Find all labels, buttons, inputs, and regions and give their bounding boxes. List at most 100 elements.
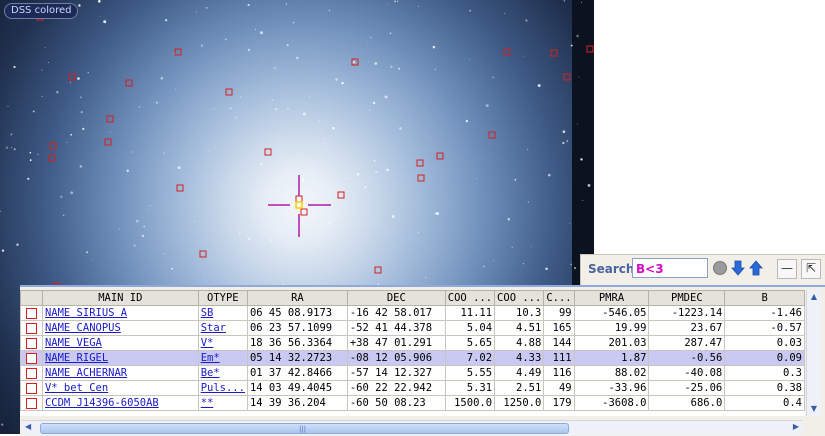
- otype-link[interactable]: Star: [201, 322, 226, 334]
- pmra-cell: 88.02: [573, 365, 650, 381]
- scroll-right-icon[interactable]: ▶: [793, 422, 799, 431]
- source-marker[interactable]: [563, 73, 571, 81]
- background-star: [341, 81, 344, 85]
- background-star: [313, 182, 315, 184]
- scroll-up-icon[interactable]: ▲: [808, 291, 820, 303]
- search-input[interactable]: B<3: [632, 258, 708, 278]
- table-row[interactable]: NAME CANOPUS Star 06 23 57.1099 -52 41 4…: [20, 320, 805, 336]
- checkbox-icon[interactable]: [25, 307, 37, 319]
- source-marker[interactable]: [106, 115, 114, 123]
- coo-err-min-cell: 2.51: [494, 380, 545, 396]
- otype-link[interactable]: SB: [201, 307, 214, 319]
- checkbox-icon[interactable]: [25, 367, 37, 379]
- source-marker[interactable]: [176, 184, 184, 192]
- source-marker[interactable]: [337, 191, 345, 199]
- source-marker[interactable]: [488, 131, 496, 139]
- column-header[interactable]: DEC: [346, 290, 446, 306]
- source-marker[interactable]: [199, 250, 207, 258]
- vertical-scrollbar[interactable]: ▲ ▼: [806, 290, 821, 416]
- checkbox-icon[interactable]: [25, 382, 37, 394]
- column-header[interactable]: C...: [543, 290, 575, 306]
- main-id-link[interactable]: NAME SIRIUS A: [45, 307, 127, 319]
- main-id-link[interactable]: NAME CANOPUS: [45, 322, 121, 334]
- background-star: [0, 210, 1, 213]
- table-row[interactable]: NAME VEGA V* 18 36 56.3364 +38 47 01.291…: [20, 335, 805, 351]
- horizontal-scrollbar[interactable]: ◀ ||| ▶: [22, 420, 802, 435]
- source-marker[interactable]: [416, 159, 424, 167]
- arrow-down-icon[interactable]: [731, 260, 745, 276]
- table-row[interactable]: CCDM J14396-6050AB ** 14 39 36.204 -60 5…: [20, 395, 805, 411]
- checkbox-icon[interactable]: [25, 337, 37, 349]
- checkbox-icon[interactable]: [25, 352, 37, 364]
- table-row[interactable]: NAME SIRIUS A SB 06 45 08.9173 -16 42 58…: [20, 305, 805, 321]
- source-marker[interactable]: [264, 148, 272, 156]
- source-marker[interactable]: [503, 48, 511, 56]
- horizontal-scroll-thumb[interactable]: |||: [40, 423, 569, 434]
- source-marker[interactable]: [225, 88, 233, 96]
- table-row[interactable]: NAME ACHERNAR Be* 01 37 42.8466 -57 14 1…: [20, 365, 805, 381]
- arrow-up-icon[interactable]: [749, 260, 763, 276]
- source-marker[interactable]: [300, 208, 308, 216]
- column-header[interactable]: PMDEC: [648, 290, 726, 306]
- main-id-link[interactable]: NAME RIGEL: [45, 352, 108, 364]
- checkbox-icon[interactable]: [25, 322, 37, 334]
- background-star: [66, 141, 68, 143]
- source-marker[interactable]: [586, 45, 594, 53]
- otype-link[interactable]: Puls...: [201, 382, 245, 394]
- source-marker[interactable]: [436, 152, 444, 160]
- background-star: [580, 1, 583, 3]
- source-marker[interactable]: [550, 49, 558, 57]
- main-id-link[interactable]: NAME VEGA: [45, 337, 102, 349]
- source-marker[interactable]: [125, 79, 133, 87]
- background-star: [432, 45, 436, 49]
- source-marker[interactable]: [49, 142, 57, 150]
- background-star: [47, 61, 50, 63]
- b-mag-cell: 0.38: [724, 380, 805, 396]
- circle-icon[interactable]: [713, 261, 727, 275]
- table-row-selected[interactable]: NAME RIGEL Em* 05 14 32.2723 -08 12 05.9…: [20, 350, 805, 366]
- minimize-icon[interactable]: —: [777, 259, 797, 279]
- background-star: [173, 53, 175, 55]
- otype-link[interactable]: Em*: [201, 352, 220, 364]
- background-star: [56, 90, 59, 94]
- source-marker[interactable]: [104, 138, 112, 146]
- column-header[interactable]: COO ...: [494, 290, 545, 306]
- source-marker[interactable]: [374, 266, 382, 274]
- column-header[interactable]: B: [724, 290, 805, 306]
- main-id-link[interactable]: V* bet Cen: [45, 382, 108, 394]
- table-row[interactable]: V* bet Cen Puls... 14 03 49.4045 -60 22 …: [20, 380, 805, 396]
- background-star: [286, 44, 289, 47]
- source-marker[interactable]: [68, 73, 76, 81]
- survey-label[interactable]: DSS colored: [4, 3, 79, 19]
- column-header[interactable]: OTYPE: [197, 290, 248, 306]
- scroll-left-icon[interactable]: ◀: [25, 422, 31, 431]
- otype-link[interactable]: Be*: [201, 367, 220, 379]
- column-header[interactable]: PMRA: [573, 290, 650, 306]
- popout-icon[interactable]: ⇱: [801, 259, 821, 279]
- otype-link[interactable]: **: [201, 397, 214, 409]
- selected-source-marker[interactable]: [295, 201, 303, 209]
- ra-cell: 14 39 36.204: [246, 395, 348, 411]
- otype-link[interactable]: V*: [201, 337, 214, 349]
- background-star: [177, 166, 181, 170]
- background-star: [522, 55, 524, 57]
- main-id-link[interactable]: NAME ACHERNAR: [45, 367, 127, 379]
- column-header[interactable]: COO ...: [444, 290, 496, 306]
- column-header[interactable]: MAIN ID: [41, 290, 199, 306]
- source-marker[interactable]: [417, 174, 425, 182]
- coo-err-min-cell: 1250.0: [494, 395, 545, 411]
- background-star: [332, 126, 335, 130]
- column-header[interactable]: RA: [246, 290, 348, 306]
- background-star: [97, 0, 101, 3]
- source-marker[interactable]: [174, 48, 182, 56]
- checkbox-icon[interactable]: [25, 397, 37, 409]
- main-id-link[interactable]: CCDM J14396-6050AB: [45, 397, 159, 409]
- source-marker[interactable]: [48, 154, 56, 162]
- source-marker[interactable]: [295, 195, 303, 203]
- coo-angle-cell: 144: [543, 335, 575, 351]
- scroll-down-icon[interactable]: ▼: [808, 403, 820, 415]
- background-star: [239, 232, 241, 235]
- background-star: [77, 77, 80, 80]
- coo-err-maj-cell: 5.55: [444, 365, 496, 381]
- background-star: [390, 65, 393, 69]
